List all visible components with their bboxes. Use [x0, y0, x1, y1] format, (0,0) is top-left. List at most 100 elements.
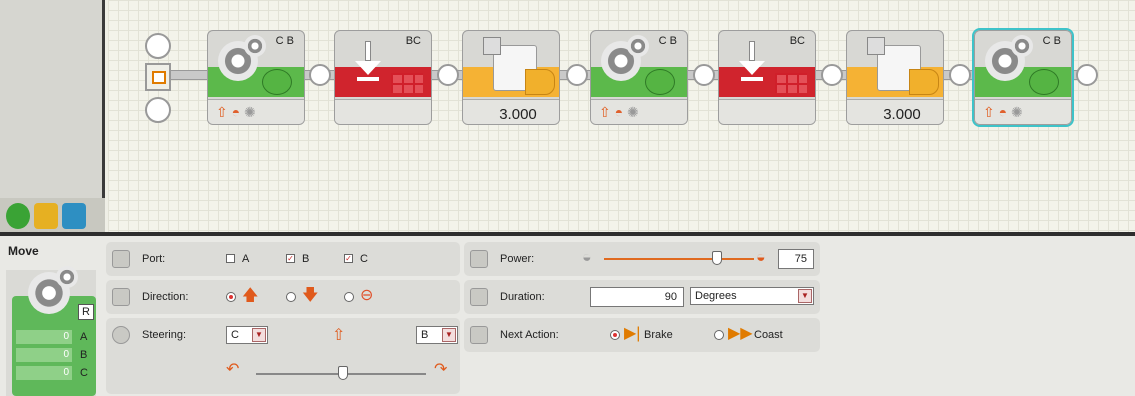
counter-b-label: B: [80, 349, 88, 361]
steering-slider-thumb[interactable]: [338, 366, 348, 380]
coast-radio[interactable]: [714, 330, 724, 340]
steering-right-dropdown[interactable]: B ▼: [416, 326, 458, 344]
power-label: Power:: [500, 253, 535, 265]
counter-c-value: 0: [16, 366, 72, 380]
duration-unit-dropdown[interactable]: Degrees ▼: [690, 287, 814, 305]
start-square-icon[interactable]: [145, 63, 171, 91]
next-action-icon: [470, 326, 488, 344]
wait-seconds: 3.000: [867, 106, 937, 124]
steering-left-dropdown[interactable]: C ▼: [226, 326, 268, 344]
motor-grid-icon: [775, 73, 807, 93]
wait-block-2[interactable]: 3.000: [846, 30, 944, 125]
gear-icon: [244, 35, 266, 57]
counter-b-value: 0: [16, 348, 72, 362]
duration-value-input[interactable]: 90: [590, 287, 684, 307]
stop-arrow-icon: [355, 41, 381, 81]
direction-backward-radio[interactable]: [286, 292, 296, 302]
brake-radio[interactable]: [610, 330, 620, 340]
port-b-checkbox[interactable]: ✓: [286, 254, 295, 263]
move-block-3[interactable]: C B ⇧ ◓ ✺: [972, 28, 1074, 127]
complete-palette-icon[interactable]: [34, 203, 58, 229]
sequence-start: [145, 33, 173, 123]
motor-grid-icon: [391, 73, 423, 93]
up-arrow-icon: ⇧: [983, 104, 995, 120]
direction-icon: [112, 288, 130, 306]
stop-block-2[interactable]: BC: [718, 30, 816, 125]
power-value-input[interactable]: 75: [778, 249, 814, 269]
connector: [693, 64, 715, 86]
custom-palette-icon[interactable]: [62, 203, 86, 229]
brake-icon: ▶|: [624, 325, 641, 342]
block-preview: R 0 A 0 B 0 C: [6, 266, 96, 396]
block-ports: C B: [1042, 35, 1061, 47]
power-slider-track[interactable]: [604, 258, 754, 260]
block-ports: C B: [275, 35, 294, 47]
motor-circle-icon: [1029, 69, 1059, 95]
steering-row: Steering: C ▼ ⇧ B ▼ ↶ ↷: [106, 318, 460, 394]
duration-row: Duration: 90 Degrees ▼: [464, 280, 820, 314]
next-action-row: Next Action: ▶| Brake ▶▶ Coast: [464, 318, 820, 352]
slow-icon: ◒: [582, 249, 592, 266]
direction-row: Direction: 🡅 🡇 ⊖: [106, 280, 460, 314]
speed-icon: ◓: [998, 104, 1008, 120]
block-ports: C B: [658, 35, 677, 47]
steer-right-icon: ↷: [434, 361, 448, 378]
next-action-label: Next Action:: [500, 329, 559, 341]
gear-icon: [1011, 35, 1033, 57]
duration-icon: [470, 288, 488, 306]
direction-stop-radio[interactable]: [344, 292, 354, 302]
move-block-2[interactable]: C B ⇧ ◓ ✺: [590, 30, 688, 125]
port-icon: [112, 250, 130, 268]
block-name: Move: [8, 244, 39, 258]
reset-button[interactable]: R: [78, 304, 94, 320]
connector: [566, 64, 588, 86]
connector: [821, 64, 843, 86]
connector: [437, 64, 459, 86]
coast-icon: ▶▶: [728, 325, 753, 342]
stop-icon: ⊖: [360, 287, 374, 304]
up-arrow-icon: ⇧: [599, 104, 611, 120]
motor-circle-icon: [645, 69, 675, 95]
power-row: Power: ◒ ◒ 75: [464, 242, 820, 276]
port-c-checkbox[interactable]: ✓: [344, 254, 353, 263]
fast-icon: ◒: [756, 249, 766, 266]
port-label: Port:: [142, 253, 166, 265]
rotation-icon: ✺: [626, 104, 639, 120]
wait-block-1[interactable]: 3.000: [462, 30, 560, 125]
gear-icon: [56, 266, 78, 288]
counter-a-value: 0: [16, 330, 72, 344]
motor-circle-icon: [262, 69, 292, 95]
duration-label: Duration:: [500, 291, 545, 303]
start-bottom-connector: [145, 97, 171, 123]
stop-block-1[interactable]: BC: [334, 30, 432, 125]
move-block-1[interactable]: C B ⇧ ◓ ✺: [207, 30, 305, 125]
gear-icon: [627, 35, 649, 57]
palette-area: [0, 0, 105, 236]
power-slider-thumb[interactable]: [711, 251, 722, 265]
rotation-icon: ✺: [243, 104, 256, 120]
coast-label: Coast: [754, 329, 783, 341]
block-config-panel: Move R 0 A 0 B 0 C Port: A ✓ B ✓ C Direc…: [0, 236, 1135, 396]
wait-seconds: 3.000: [483, 106, 553, 124]
forward-arrow-icon: 🡅: [242, 287, 259, 304]
connector: [309, 64, 331, 86]
backward-arrow-icon: 🡇: [302, 287, 319, 304]
up-arrow-icon: ⇧: [216, 104, 228, 120]
end-connector: [1076, 64, 1098, 86]
block-ports: BC: [405, 35, 421, 47]
counter-c-label: C: [80, 367, 88, 379]
port-a-checkbox[interactable]: [226, 254, 235, 263]
start-top-connector: [145, 33, 171, 59]
direction-forward-radio[interactable]: [226, 292, 236, 302]
rotation-icon: ✺: [1010, 104, 1023, 120]
program-workspace: C B ⇧ ◓ ✺ BC 3.000 C B ⇧ ◓ ✺ BC 3.000 C …: [0, 0, 1135, 236]
brake-label: Brake: [644, 329, 673, 341]
port-row: Port: A ✓ B ✓ C: [106, 242, 460, 276]
power-icon: [470, 250, 488, 268]
counter-a-label: A: [80, 331, 88, 343]
port-b-label: B: [302, 253, 310, 265]
steering-label: Steering:: [142, 329, 187, 341]
stop-arrow-icon: [739, 41, 765, 81]
direction-label: Direction:: [142, 291, 189, 303]
common-palette-icon[interactable]: [6, 203, 30, 229]
